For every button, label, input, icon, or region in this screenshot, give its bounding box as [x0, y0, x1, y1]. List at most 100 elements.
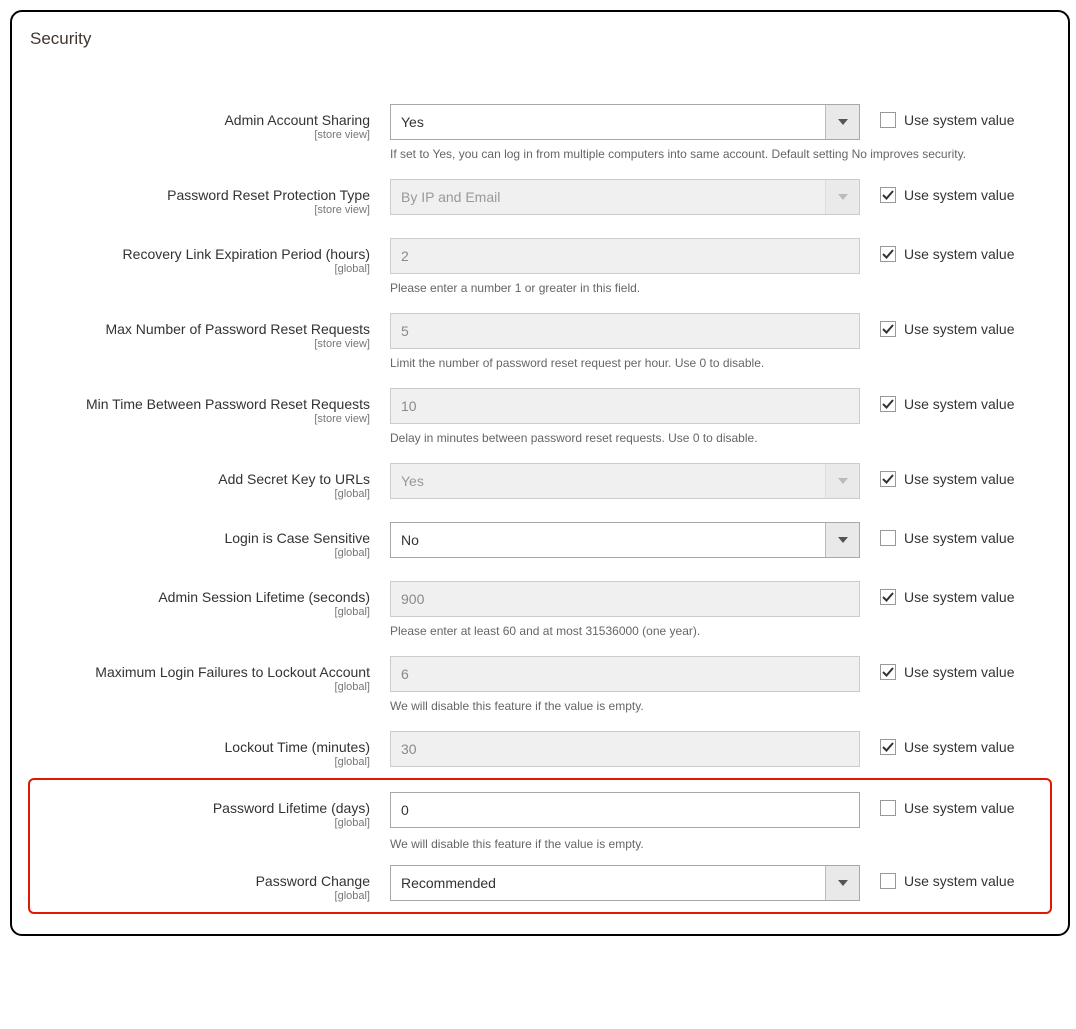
input-pwd-lifetime[interactable]: [390, 792, 860, 828]
row-admin-sharing: Admin Account Sharing [store view] Yes U…: [30, 104, 1050, 141]
checkbox-use-system-secret-key[interactable]: [880, 471, 896, 487]
scope-text: [store view]: [30, 129, 370, 141]
select-value: No: [391, 523, 825, 557]
label-text: Add Secret Key to URLs: [218, 471, 370, 487]
input-max-login-failures: [390, 656, 860, 692]
checkbox-use-system-pwd-change[interactable]: [880, 873, 896, 889]
use-system-label: Use system value: [904, 873, 1014, 889]
input-lockout-time: [390, 731, 860, 767]
select-login-case[interactable]: No: [390, 522, 860, 558]
label-min-time-between: Min Time Between Password Reset Requests…: [30, 388, 390, 425]
chevron-down-icon: [825, 464, 859, 498]
input-max-reset-requests: [390, 313, 860, 349]
scope-text: [global]: [30, 488, 370, 500]
chevron-down-icon: [825, 866, 859, 900]
scope-text: [store view]: [30, 413, 370, 425]
security-panel: Security Admin Account Sharing [store vi…: [10, 10, 1070, 936]
input-recovery-link-exp: [390, 238, 860, 274]
checkbox-use-system-pwd-reset-protection[interactable]: [880, 187, 896, 203]
note-pwd-lifetime: We will disable this feature if the valu…: [30, 837, 1050, 865]
select-secret-key: Yes: [390, 463, 860, 499]
note-recovery-link-exp: Please enter a number 1 or greater in th…: [30, 281, 1050, 313]
scope-text: [store view]: [30, 338, 370, 350]
use-system-label: Use system value: [904, 187, 1014, 203]
label-text: Password Reset Protection Type: [167, 187, 370, 203]
use-system-label: Use system value: [904, 530, 1014, 546]
scope-text: [global]: [30, 263, 370, 275]
label-session-lifetime: Admin Session Lifetime (seconds) [global…: [30, 581, 390, 618]
label-text: Password Change: [256, 873, 370, 889]
use-system-label: Use system value: [904, 321, 1014, 337]
select-value: Yes: [391, 464, 825, 498]
checkbox-use-system-admin-sharing[interactable]: [880, 112, 896, 128]
label-secret-key: Add Secret Key to URLs [global]: [30, 463, 390, 500]
select-value: Yes: [391, 105, 825, 139]
use-system-label: Use system value: [904, 589, 1014, 605]
row-session-lifetime: Admin Session Lifetime (seconds) [global…: [30, 581, 1050, 618]
scope-text: [global]: [30, 817, 370, 829]
select-pwd-reset-protection: By IP and Email: [390, 179, 860, 215]
checkbox-use-system-pwd-lifetime[interactable]: [880, 800, 896, 816]
checkbox-use-system-recovery-link-exp[interactable]: [880, 246, 896, 262]
note-max-reset-requests: Limit the number of password reset reque…: [30, 356, 1050, 388]
row-login-case: Login is Case Sensitive [global] No Use …: [30, 522, 1050, 559]
scope-text: [global]: [30, 606, 370, 618]
row-lockout-time: Lockout Time (minutes) [global] Use syst…: [30, 731, 1050, 768]
row-pwd-lifetime: Password Lifetime (days) [global] Use sy…: [30, 792, 1050, 829]
label-login-case: Login is Case Sensitive [global]: [30, 522, 390, 559]
use-system-label: Use system value: [904, 471, 1014, 487]
use-system-label: Use system value: [904, 739, 1014, 755]
label-recovery-link-exp: Recovery Link Expiration Period (hours) …: [30, 238, 390, 275]
scope-text: [global]: [30, 681, 370, 693]
label-text: Admin Account Sharing: [224, 112, 370, 128]
row-recovery-link-exp: Recovery Link Expiration Period (hours) …: [30, 238, 1050, 275]
label-pwd-reset-protection: Password Reset Protection Type [store vi…: [30, 179, 390, 216]
note-max-login-failures: We will disable this feature if the valu…: [30, 699, 1050, 731]
label-text: Login is Case Sensitive: [224, 530, 370, 546]
checkbox-use-system-min-time-between[interactable]: [880, 396, 896, 412]
label-pwd-lifetime: Password Lifetime (days) [global]: [30, 792, 390, 829]
label-max-reset-requests: Max Number of Password Reset Requests [s…: [30, 313, 390, 350]
chevron-down-icon: [825, 180, 859, 214]
chevron-down-icon: [825, 105, 859, 139]
input-min-time-between: [390, 388, 860, 424]
label-text: Max Number of Password Reset Requests: [105, 321, 370, 337]
row-max-reset-requests: Max Number of Password Reset Requests [s…: [30, 313, 1050, 350]
scope-text: [store view]: [30, 204, 370, 216]
use-system-label: Use system value: [904, 664, 1014, 680]
select-pwd-change[interactable]: Recommended: [390, 865, 860, 901]
note-admin-sharing: If set to Yes, you can log in from multi…: [30, 147, 1050, 179]
row-pwd-reset-protection: Password Reset Protection Type [store vi…: [30, 179, 1050, 216]
chevron-down-icon: [825, 523, 859, 557]
checkbox-use-system-max-login-failures[interactable]: [880, 664, 896, 680]
select-value: By IP and Email: [391, 180, 825, 214]
label-text: Lockout Time (minutes): [225, 739, 371, 755]
row-secret-key: Add Secret Key to URLs [global] Yes Use …: [30, 463, 1050, 500]
label-text: Min Time Between Password Reset Requests: [86, 396, 370, 412]
row-pwd-change: Password Change [global] Recommended Use…: [30, 865, 1050, 902]
checkbox-use-system-lockout-time[interactable]: [880, 739, 896, 755]
use-system-label: Use system value: [904, 246, 1014, 262]
label-text: Maximum Login Failures to Lockout Accoun…: [95, 664, 370, 680]
label-text: Recovery Link Expiration Period (hours): [123, 246, 370, 262]
label-text: Admin Session Lifetime (seconds): [158, 589, 370, 605]
checkbox-use-system-max-reset-requests[interactable]: [880, 321, 896, 337]
select-value: Recommended: [391, 866, 825, 900]
input-session-lifetime: [390, 581, 860, 617]
note-session-lifetime: Please enter at least 60 and at most 315…: [30, 624, 1050, 656]
row-min-time-between: Min Time Between Password Reset Requests…: [30, 388, 1050, 425]
scope-text: [global]: [30, 890, 370, 902]
section-title: Security: [30, 29, 1050, 49]
select-admin-sharing[interactable]: Yes: [390, 104, 860, 140]
row-max-login-failures: Maximum Login Failures to Lockout Accoun…: [30, 656, 1050, 693]
label-pwd-change: Password Change [global]: [30, 865, 390, 902]
label-max-login-failures: Maximum Login Failures to Lockout Accoun…: [30, 656, 390, 693]
use-system-label: Use system value: [904, 396, 1014, 412]
checkbox-use-system-session-lifetime[interactable]: [880, 589, 896, 605]
scope-text: [global]: [30, 756, 370, 768]
label-admin-sharing: Admin Account Sharing [store view]: [30, 104, 390, 141]
checkbox-use-system-login-case[interactable]: [880, 530, 896, 546]
highlight-password-settings: Password Lifetime (days) [global] Use sy…: [28, 778, 1052, 914]
use-system-label: Use system value: [904, 800, 1014, 816]
label-lockout-time: Lockout Time (minutes) [global]: [30, 731, 390, 768]
